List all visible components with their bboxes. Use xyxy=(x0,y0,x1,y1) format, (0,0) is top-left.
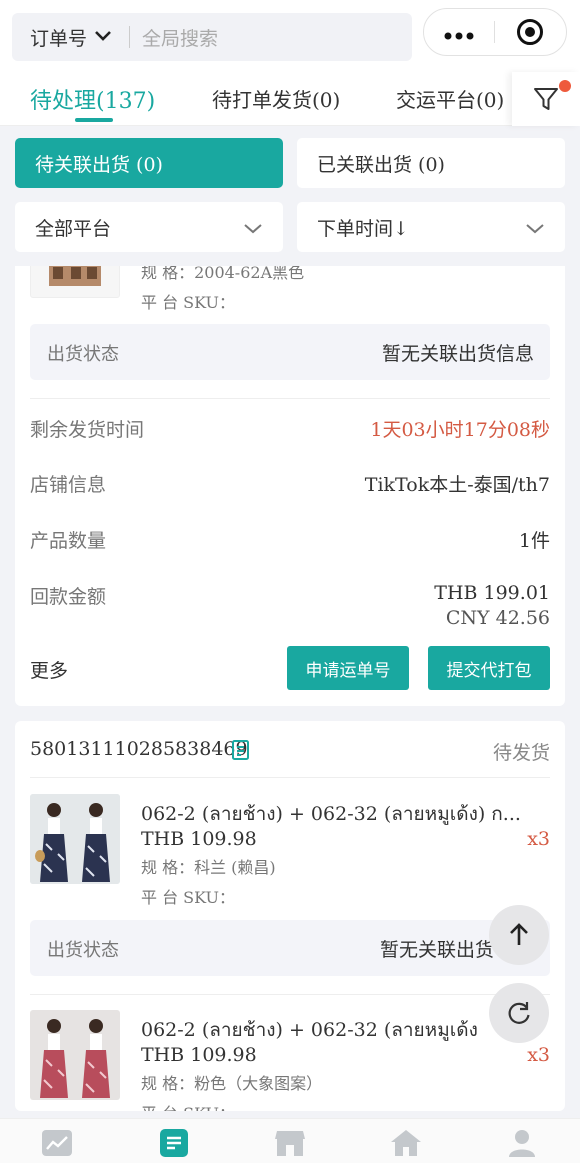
order-status: 待发货 xyxy=(492,742,550,764)
segment-unlinked[interactable]: 待关联出货 (0) xyxy=(15,138,283,188)
submit-pack-button[interactable]: 提交代打包 xyxy=(428,646,550,690)
spec-text: 规 格：科兰 (赖昌) xyxy=(141,858,276,877)
target-icon[interactable] xyxy=(495,18,567,46)
order-card: 规 格：2004-62A黑色 平 台 SKU： 出货状态 暂无关联出货信息 剩余… xyxy=(15,266,565,706)
apply-waybill-button[interactable]: 申请运单号 xyxy=(287,646,409,690)
notification-dot xyxy=(559,80,571,92)
refund-thb: THB 199.01 xyxy=(434,582,550,604)
home-icon[interactable] xyxy=(389,1127,423,1159)
store-icon[interactable] xyxy=(273,1127,307,1159)
refund-cny: CNY 42.56 xyxy=(445,607,550,629)
product-thumbnail[interactable] xyxy=(30,794,120,884)
product-qty-value: 1件 xyxy=(518,530,550,552)
copy-icon[interactable] xyxy=(230,739,252,765)
divider xyxy=(30,398,550,399)
divider xyxy=(129,26,131,48)
segment-linked[interactable]: 已关联出货 (0) xyxy=(297,138,565,188)
order-number-selector-label: 订单号 xyxy=(30,27,88,50)
more-dots-icon[interactable] xyxy=(424,22,494,42)
ship-status-value: 暂无关联出货信息 xyxy=(381,343,534,365)
order-number-selector[interactable]: 订单号 xyxy=(30,24,113,51)
tab-handover[interactable]: 交运平台(0) xyxy=(396,84,504,113)
spec-text: 规 格：2004-62A黑色 xyxy=(141,266,305,282)
arrow-up-icon xyxy=(510,923,528,945)
product-price: THB 109.98 xyxy=(141,828,257,850)
sort-dropdown[interactable]: 下单时间↓ xyxy=(297,202,565,252)
bottom-nav xyxy=(0,1118,580,1163)
tab-pending[interactable]: 待处理(137) xyxy=(30,83,155,115)
top-bar: 订单号 全局搜索 xyxy=(0,0,580,72)
chevron-down-icon xyxy=(243,219,263,241)
product-title: 062-2 (ลายช้าง) + 062-32 (ลายหมูเด้ง xyxy=(141,1019,478,1041)
search-input[interactable]: 全局搜索 xyxy=(142,24,218,51)
product-title: 062-2 (ลายช้าง) + 062-32 (ลายหมูเด้ง) ก.… xyxy=(141,803,521,825)
ship-status-label: 出货状态 xyxy=(47,344,119,365)
product-qty: x3 xyxy=(527,1044,550,1066)
status-tabs: 待处理(137) 待打单发货(0) 交运平台(0) xyxy=(0,72,580,126)
product-qty-label: 产品数量 xyxy=(30,530,107,552)
order-card: 580131110285838469 待发货 062-2 (ลายช้าง) +… xyxy=(15,721,565,1111)
product-qty: x3 xyxy=(527,828,550,850)
ship-status-box: 出货状态 暂无关联出货 xyxy=(30,920,550,976)
more-link[interactable]: 更多 xyxy=(30,656,68,683)
ship-status-label: 出货状态 xyxy=(47,940,119,961)
shop-info-value: TikTok本土-泰国/th7 xyxy=(364,474,550,496)
refresh-button[interactable] xyxy=(489,983,549,1043)
platform-dropdown[interactable]: 全部平台 xyxy=(15,202,283,252)
ship-status-box: 出货状态 暂无关联出货信息 xyxy=(30,324,550,380)
mini-program-capsule xyxy=(423,8,567,56)
filter-button[interactable] xyxy=(512,72,580,126)
chart-icon[interactable] xyxy=(40,1127,74,1159)
product-thumbnail[interactable] xyxy=(30,1010,120,1100)
divider xyxy=(30,777,550,778)
refresh-icon xyxy=(508,1002,530,1024)
platform-dropdown-label: 全部平台 xyxy=(35,217,112,240)
product-price: THB 109.98 xyxy=(141,1044,257,1066)
platform-sku: 平 台 SKU： xyxy=(141,1100,235,1111)
chevron-down-icon xyxy=(525,219,545,241)
sort-dropdown-label: 下单时间↓ xyxy=(317,217,409,240)
spec-text: 规 格：粉色（大象图案） xyxy=(141,1074,323,1093)
remaining-time-value: 1天03小时17分08秒 xyxy=(370,419,550,441)
platform-sku: 平 台 SKU： xyxy=(141,888,236,907)
search-bar[interactable]: 订单号 全局搜索 xyxy=(12,13,412,61)
shop-info-label: 店铺信息 xyxy=(30,474,107,496)
remaining-time-label: 剩余发货时间 xyxy=(30,419,145,441)
platform-sku: 平 台 SKU： xyxy=(141,293,236,312)
tab-to-print[interactable]: 待打单发货(0) xyxy=(212,84,340,113)
user-icon[interactable] xyxy=(505,1127,539,1159)
orders-icon[interactable] xyxy=(157,1127,191,1159)
product-thumbnail xyxy=(30,266,120,298)
filter-icon xyxy=(534,88,558,110)
divider xyxy=(30,994,550,995)
refund-amount-label: 回款金额 xyxy=(30,586,107,608)
active-tab-indicator xyxy=(75,118,113,122)
chevron-down-icon xyxy=(93,26,113,48)
ship-status-value: 暂无关联出货 xyxy=(379,939,494,961)
scroll-top-button[interactable] xyxy=(489,905,549,965)
order-number: 580131110285838469 xyxy=(30,738,248,760)
